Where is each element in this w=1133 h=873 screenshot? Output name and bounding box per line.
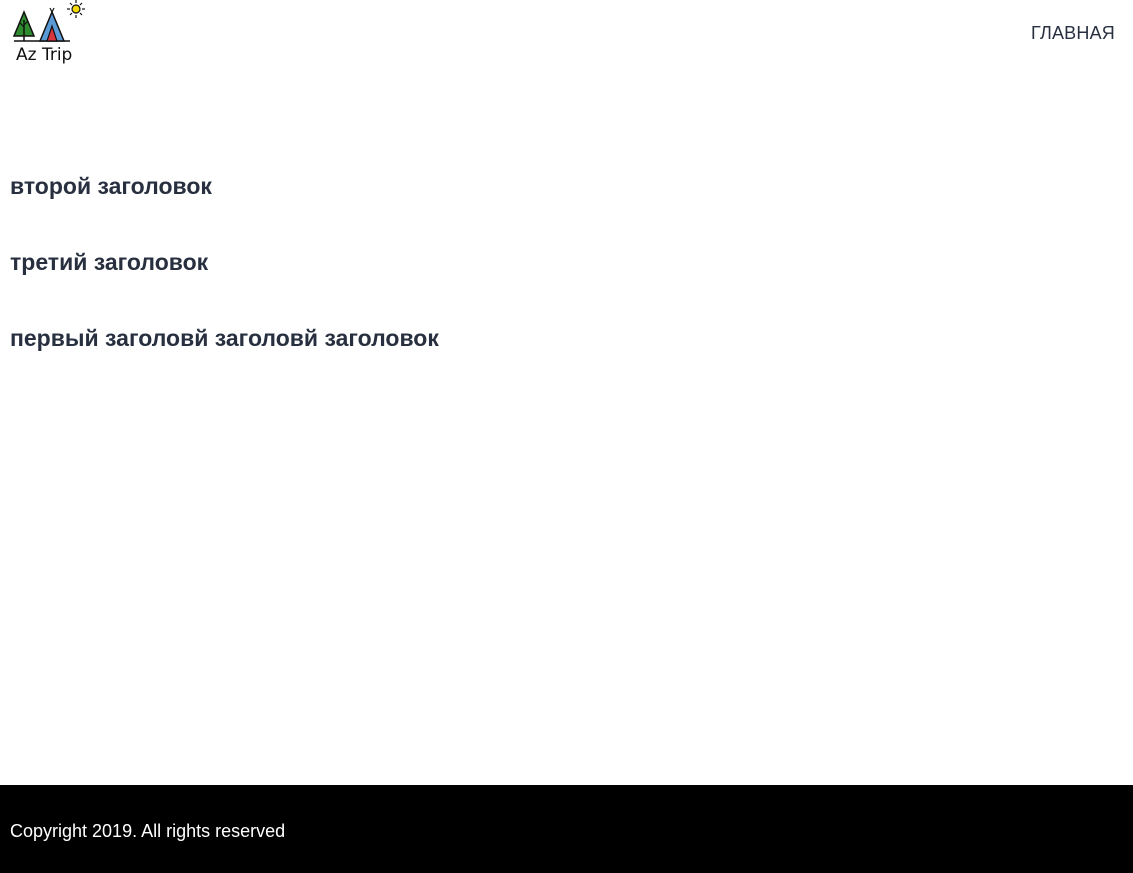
main-content: второй заголовок третий заголовок первый… [0, 80, 1133, 785]
nav-home-link[interactable]: ГЛАВНАЯ [1031, 23, 1115, 44]
heading-third: третий заголовок [10, 249, 209, 275]
tent-tree-sun-logo-icon [12, 0, 85, 42]
site-logo[interactable]: Az Trip [10, 0, 90, 70]
logo-text: Az Trip [16, 45, 73, 65]
site-header: Az Trip ГЛАВНАЯ [0, 0, 1133, 80]
heading-second: второй заголовок [10, 173, 212, 199]
heading-first: первый заголовй заголовй заголовок [10, 325, 439, 351]
site-footer: Copyright 2019. All rights reserved [0, 785, 1133, 873]
copyright-text: Copyright 2019. All rights reserved [10, 821, 286, 841]
page: Az Trip ГЛАВНАЯ второй заголовок третий … [0, 0, 1133, 873]
